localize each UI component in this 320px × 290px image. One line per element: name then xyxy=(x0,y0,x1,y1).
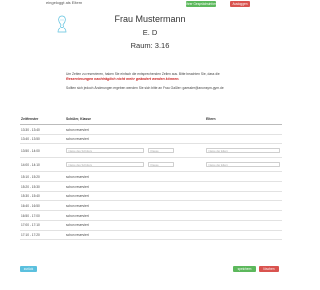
delete-button[interactable]: löschen xyxy=(259,266,279,272)
table-row[interactable]: 17:10 - 17:20 schon reserviert xyxy=(20,231,282,241)
row-status: schon reserviert xyxy=(66,213,89,218)
info-text-warning: Reservierungen nachträglich nicht mehr g… xyxy=(66,77,180,81)
table-row[interactable]: 13:30 - 13:40 schon reserviert xyxy=(20,125,282,135)
row-status: schon reserviert xyxy=(66,203,89,208)
teacher-code: E. D xyxy=(142,28,158,37)
student-name-input[interactable]: Name des Schülers xyxy=(66,148,144,154)
row-status: schon reserviert xyxy=(66,127,89,132)
table-row: 14:00 - 14:10 Name des Schülers Klasse N… xyxy=(20,158,282,173)
header-student: Schüler, Klasse xyxy=(66,117,92,121)
parent-name-input[interactable]: Name der Eltern xyxy=(206,148,280,154)
row-time: 14:00 - 14:10 xyxy=(21,162,40,167)
header-parent: Eltern xyxy=(206,117,216,121)
room-number: Raum: 3.16 xyxy=(130,41,170,50)
table-row[interactable]: 15:20 - 15:30 schon reserviert xyxy=(20,182,282,192)
class-input[interactable]: Klasse xyxy=(148,148,174,154)
row-time: 13:50 - 14:00 xyxy=(21,148,40,153)
info-text-contact: Sollten sich jedoch Änderungen ergeben w… xyxy=(66,86,224,90)
row-time: 15:20 - 15:30 xyxy=(21,184,40,189)
table-row[interactable]: 16:50 - 17:00 schon reserviert xyxy=(20,211,282,221)
table-row[interactable]: 17:00 - 17:10 schon reserviert xyxy=(20,221,282,231)
table-row[interactable]: 15:30 - 15:40 schon reserviert xyxy=(20,192,282,202)
save-button[interactable]: speichern xyxy=(233,266,256,272)
reservation-table: Zeitfenster Schüler, Klasse Eltern 13:30… xyxy=(20,114,282,241)
table-row[interactable]: 16:40 - 16:50 schon reserviert xyxy=(20,201,282,212)
row-time: 13:40 - 13:50 xyxy=(21,137,40,142)
table-row: 13:50 - 14:00 Name des Schülers Klasse N… xyxy=(20,144,282,159)
top-bar: eingeloggt als Eltern Ihrer Gesprächsinf… xyxy=(0,0,300,9)
row-status: schon reserviert xyxy=(66,184,89,189)
page: eingeloggt als Eltern Ihrer Gesprächsinf… xyxy=(0,0,300,290)
row-status: schon reserviert xyxy=(66,174,89,179)
row-time: 15:30 - 15:40 xyxy=(21,194,40,199)
row-status: schon reserviert xyxy=(66,233,89,237)
row-time: 16:50 - 17:00 xyxy=(21,213,40,218)
logout-button[interactable]: Ausloggen xyxy=(230,1,250,7)
class-input[interactable]: Klasse xyxy=(148,162,174,168)
row-status: schon reserviert xyxy=(66,194,89,199)
row-time: 16:40 - 16:50 xyxy=(21,203,40,208)
conversation-info-button[interactable]: Ihrer Gesprächsinformationen xyxy=(186,1,216,7)
parent-name-input[interactable]: Name der Eltern xyxy=(206,162,280,168)
row-status: schon reserviert xyxy=(66,223,89,228)
row-status: schon reserviert xyxy=(66,137,89,142)
student-name-input[interactable]: Name des Schülers xyxy=(66,162,144,168)
table-header: Zeitfenster Schüler, Klasse Eltern xyxy=(20,114,282,125)
row-time: 17:00 - 17:10 xyxy=(21,223,40,228)
logged-in-status: eingeloggt als Eltern xyxy=(46,0,83,5)
row-time: 15:10 - 15:20 xyxy=(21,174,40,179)
row-time: 13:30 - 13:40 xyxy=(21,127,40,132)
teacher-name: Frau Mustermann xyxy=(114,14,186,24)
info-text-instructions: Um Zeiten zu reservieren, haken Sie einf… xyxy=(66,72,220,76)
back-button[interactable]: zurück xyxy=(20,266,37,272)
header-time: Zeitfenster xyxy=(21,117,39,121)
table-row[interactable]: 15:10 - 15:20 schon reserviert xyxy=(20,172,282,183)
table-row[interactable]: 13:40 - 13:50 schon reserviert xyxy=(20,135,282,145)
row-time: 17:10 - 17:20 xyxy=(21,233,40,237)
